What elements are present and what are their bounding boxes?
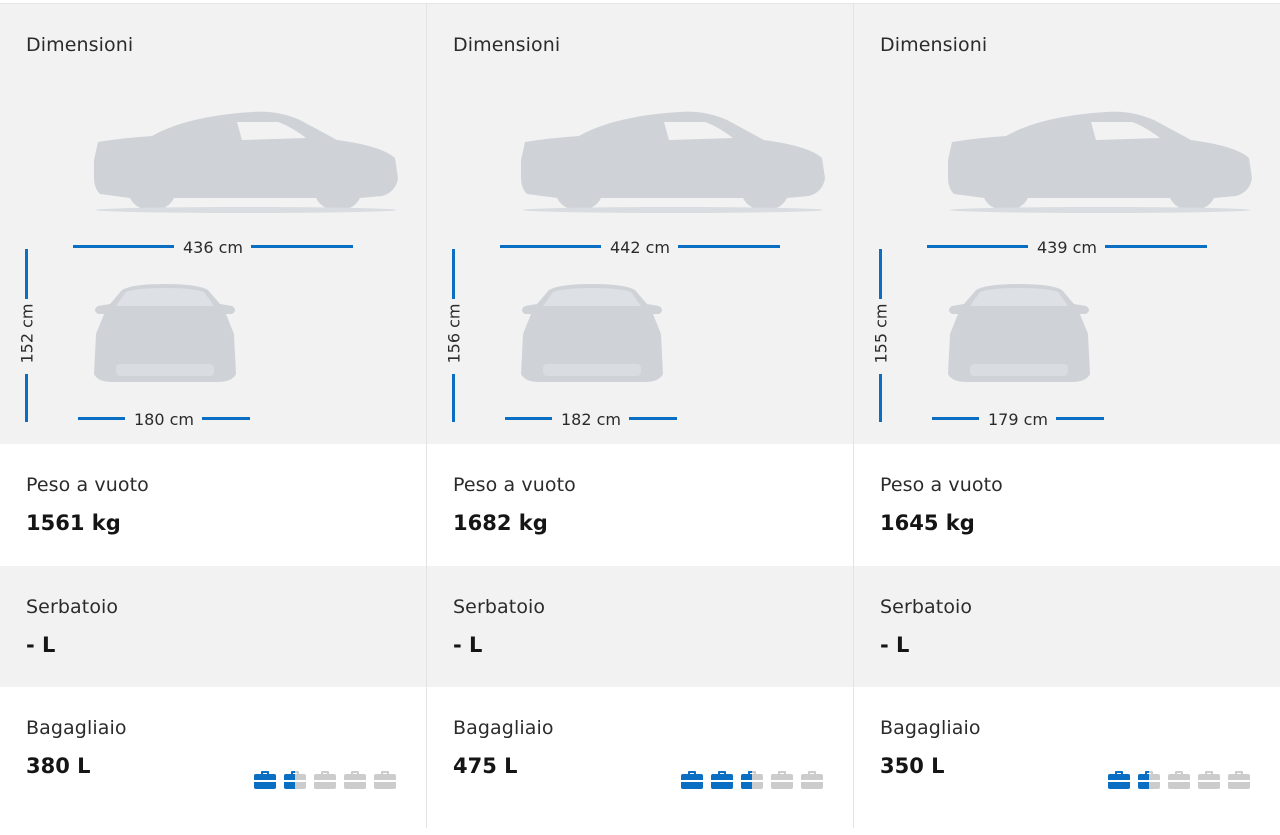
weight-value: 1645 kg: [880, 511, 975, 535]
weight-value: 1682 kg: [453, 511, 548, 535]
length-value: 442 cm: [609, 238, 670, 257]
luggage-icon: [344, 769, 366, 791]
trunk-value: 350 L: [880, 754, 945, 778]
trunk-value: 380 L: [26, 754, 91, 778]
car-column-1: Dimensioni 436 cm 152 cm 180 cm Peso a v: [0, 4, 427, 829]
trunk-capacity-icons: [1108, 769, 1250, 791]
dimensions-panel: Dimensioni 442 cm 156 cm 182 cm: [427, 4, 853, 444]
dimensions-label: Dimensioni: [26, 34, 134, 56]
length-line-left: [500, 245, 601, 248]
length-value: 436 cm: [182, 238, 243, 257]
weight-row: Peso a vuoto 1645 kg: [854, 444, 1280, 566]
width-line-right: [202, 417, 250, 420]
tank-value: - L: [26, 633, 56, 657]
dimensions-label: Dimensioni: [880, 34, 988, 56]
width-line-right: [629, 417, 677, 420]
width-line-left: [505, 417, 552, 420]
length-line-left: [73, 245, 174, 248]
height-value: 152 cm: [17, 303, 37, 364]
trunk-capacity-icons: [681, 769, 823, 791]
tank-label: Serbatoio: [880, 596, 973, 618]
width-value: 180 cm: [133, 410, 194, 429]
car-front-view-icon: [521, 284, 663, 382]
dimensions-label: Dimensioni: [453, 34, 561, 56]
trunk-row: Bagagliaio 475 L: [427, 687, 853, 829]
height-line-bottom: [452, 374, 455, 422]
car-front-view-icon: [948, 284, 1090, 382]
car-column-2: Dimensioni 442 cm 156 cm 182 cm Peso a v: [427, 4, 854, 829]
tank-label: Serbatoio: [453, 596, 546, 618]
luggage-icon: [374, 769, 396, 791]
width-line-right: [1056, 417, 1104, 420]
length-value: 439 cm: [1036, 238, 1097, 257]
length-line-right: [1105, 245, 1207, 248]
luggage-icon: [1108, 769, 1130, 791]
tank-row: Serbatoio - L: [0, 566, 426, 687]
luggage-icon: [1168, 769, 1190, 791]
height-value: 155 cm: [871, 303, 891, 364]
height-line-bottom: [879, 374, 882, 422]
trunk-row: Bagagliaio 350 L: [854, 687, 1280, 829]
height-line-top: [452, 249, 455, 299]
dimensions-panel: Dimensioni 436 cm 152 cm 180 cm: [0, 4, 426, 444]
weight-label: Peso a vuoto: [26, 474, 149, 496]
trunk-value: 475 L: [453, 754, 518, 778]
car-side-view-icon: [521, 111, 825, 213]
height-line-top: [25, 249, 28, 299]
luggage-icon: [771, 769, 793, 791]
trunk-label: Bagagliaio: [453, 717, 554, 739]
tank-row: Serbatoio - L: [427, 566, 853, 687]
luggage-icon: [314, 769, 336, 791]
width-value: 179 cm: [987, 410, 1048, 429]
width-line-left: [78, 417, 125, 420]
height-line-bottom: [25, 374, 28, 422]
luggage-icon: [711, 769, 733, 791]
length-line-right: [251, 245, 353, 248]
height-line-top: [879, 249, 882, 299]
weight-row: Peso a vuoto 1561 kg: [0, 444, 426, 566]
luggage-icon: [741, 769, 763, 791]
luggage-icon: [254, 769, 276, 791]
length-line-right: [678, 245, 780, 248]
dimensions-panel: Dimensioni 439 cm 155 cm 179 cm: [854, 4, 1280, 444]
tank-value: - L: [880, 633, 910, 657]
trunk-label: Bagagliaio: [880, 717, 981, 739]
tank-label: Serbatoio: [26, 596, 119, 618]
trunk-row: Bagagliaio 380 L: [0, 687, 426, 829]
luggage-icon: [284, 769, 306, 791]
weight-label: Peso a vuoto: [880, 474, 1003, 496]
car-side-view-icon: [948, 111, 1252, 213]
height-value: 156 cm: [444, 303, 464, 364]
luggage-icon: [801, 769, 823, 791]
car-side-view-icon: [94, 111, 398, 213]
luggage-icon: [681, 769, 703, 791]
tank-value: - L: [453, 633, 483, 657]
luggage-icon: [1138, 769, 1160, 791]
car-comparison-grid: Dimensioni 436 cm 152 cm 180 cm Peso a v: [0, 3, 1280, 829]
luggage-icon: [1198, 769, 1220, 791]
length-line-left: [927, 245, 1028, 248]
car-column-3: Dimensioni 439 cm 155 cm 179 cm Peso a v: [854, 4, 1280, 829]
luggage-icon: [1228, 769, 1250, 791]
weight-label: Peso a vuoto: [453, 474, 576, 496]
tank-row: Serbatoio - L: [854, 566, 1280, 687]
trunk-capacity-icons: [254, 769, 396, 791]
weight-row: Peso a vuoto 1682 kg: [427, 444, 853, 566]
weight-value: 1561 kg: [26, 511, 121, 535]
car-front-view-icon: [94, 284, 236, 382]
width-line-left: [932, 417, 979, 420]
width-value: 182 cm: [560, 410, 621, 429]
trunk-label: Bagagliaio: [26, 717, 127, 739]
